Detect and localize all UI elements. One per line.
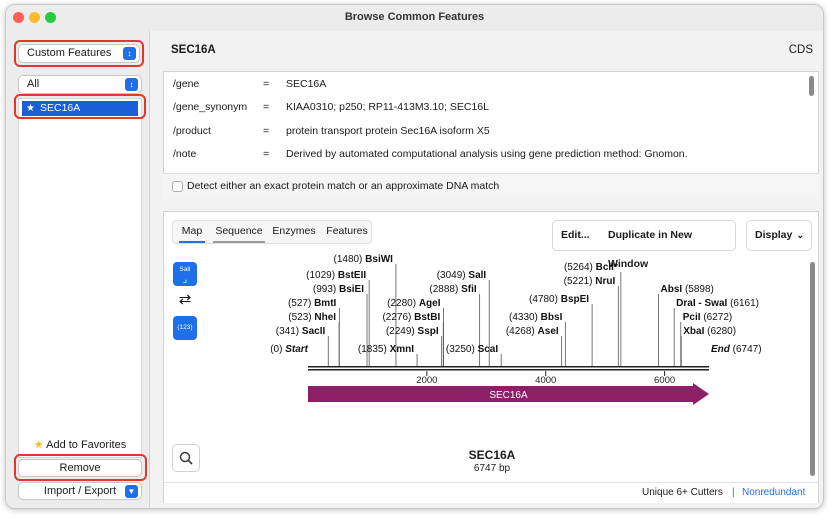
site-label: End (6747) bbox=[711, 344, 762, 355]
qualifier-value: SEC16A bbox=[286, 78, 327, 90]
site-label: (2280) AgeI bbox=[387, 298, 441, 309]
app-window: Browse Common Features Custom Features ↕… bbox=[5, 4, 824, 509]
close-window-button[interactable] bbox=[13, 12, 24, 23]
add-to-favorites-button[interactable]: ★ Add to Favorites bbox=[18, 437, 142, 455]
category-select[interactable]: Custom Features ↕ bbox=[18, 44, 140, 63]
qualifier-key: /product bbox=[173, 125, 211, 137]
chevron-updown-icon: ↕ bbox=[125, 78, 138, 91]
site-label: (2276) BstBI bbox=[382, 312, 440, 323]
qualifier-value: KIAA0310; p250; RP11-413M3.10; SEC16L bbox=[286, 101, 489, 113]
match-checkbox[interactable] bbox=[172, 181, 183, 192]
site-label: DraI - SwaI (6161) bbox=[676, 298, 759, 309]
scale-tick-label: 6000 bbox=[654, 375, 675, 386]
site-label: (1480) BsiWI bbox=[333, 254, 393, 265]
qualifier-key: /gene_synonym bbox=[173, 101, 248, 113]
window-title: Browse Common Features bbox=[344, 11, 485, 23]
cutters-label[interactable]: Unique 6+ Cutters bbox=[642, 487, 723, 498]
feature-arrow-label: SEC16A bbox=[489, 390, 528, 401]
qualifier-equals: = bbox=[263, 101, 270, 113]
feature-list: ★ SEC16A bbox=[18, 98, 142, 458]
match-checkbox-label: Detect either an exact protein match or … bbox=[187, 180, 500, 192]
qualifier-key: /note bbox=[173, 148, 197, 160]
star-icon: ★ bbox=[26, 103, 35, 114]
star-icon: ★ bbox=[33, 439, 44, 451]
site-label: XbaI (6280) bbox=[683, 326, 736, 337]
chevron-down-icon: ▼ bbox=[125, 485, 138, 498]
import-export-label: Import / Export bbox=[43, 485, 117, 497]
chevron-updown-icon: ↕ bbox=[123, 47, 136, 60]
list-item-label: SEC16A bbox=[40, 102, 81, 114]
map-status-bar: Unique 6+ Cutters | Nonredundant bbox=[164, 482, 818, 503]
site-label: (1835) XmnI bbox=[358, 344, 414, 355]
minimize-window-button[interactable] bbox=[29, 12, 40, 23]
qualifier-equals: = bbox=[263, 148, 270, 160]
category-select-value: Custom Features bbox=[27, 47, 112, 59]
feature-type: CDS bbox=[788, 44, 813, 56]
qualifier-value: Derived by automated computational analy… bbox=[286, 148, 688, 160]
site-label: (1029) BstEII bbox=[306, 270, 366, 281]
map-panel: Map Sequence Enzymes Features Edit... Du… bbox=[163, 211, 819, 503]
site-label: (3049) SalI bbox=[437, 270, 487, 281]
main-panel: SEC16A CDS /gene = SEC16A /gene_synonym … bbox=[151, 31, 823, 508]
site-label: (527) BmtI bbox=[288, 298, 337, 309]
site-label: (4268) AseI bbox=[506, 326, 559, 337]
qualifier-equals: = bbox=[263, 125, 270, 137]
sequence-name: SEC16A bbox=[468, 448, 516, 462]
sequence-line-bottom bbox=[308, 369, 709, 371]
site-label: (993) BsiEI bbox=[313, 284, 364, 295]
qualifier-key: /gene bbox=[173, 78, 200, 90]
qualifier-equals: = bbox=[263, 78, 270, 90]
site-label: (523) NheI bbox=[288, 312, 336, 323]
nonredundant-link[interactable]: Nonredundant bbox=[742, 487, 805, 498]
scale-tick-label: 4000 bbox=[535, 375, 556, 386]
scale-tick-label: 2000 bbox=[416, 375, 437, 386]
site-label: (2888) SfiI bbox=[429, 284, 476, 295]
site-label: (3250) ScaI bbox=[446, 344, 498, 355]
map-scrollbar[interactable] bbox=[810, 262, 815, 476]
site-label: (4780) BspEI bbox=[529, 294, 589, 305]
import-export-button[interactable]: Import / Export ▼ bbox=[18, 482, 142, 500]
title-bar: Browse Common Features bbox=[6, 5, 823, 31]
site-label: (4330) BbsI bbox=[509, 312, 563, 323]
filter-select-value: All bbox=[27, 78, 40, 90]
site-label: (5264) BclI* bbox=[564, 262, 618, 273]
filter-select[interactable]: All ↕ bbox=[18, 75, 142, 94]
match-option-row: Detect either an exact protein match or … bbox=[163, 173, 819, 199]
remove-button[interactable]: Remove bbox=[18, 459, 142, 477]
sequence-length: 6747 bp bbox=[473, 463, 511, 474]
remove-button-label: Remove bbox=[59, 462, 101, 474]
add-to-favorites-label: Add to Favorites bbox=[46, 439, 127, 451]
site-label: (0) Start bbox=[270, 344, 308, 355]
site-label: (5221) NruI bbox=[564, 276, 616, 287]
qualifier-scrollbar[interactable] bbox=[809, 76, 814, 96]
site-label: PciI (6272) bbox=[683, 312, 732, 323]
status-separator: | bbox=[732, 487, 735, 498]
list-item[interactable]: ★ SEC16A bbox=[22, 101, 138, 116]
zoom-window-button[interactable] bbox=[45, 12, 56, 23]
sequence-map: 2000 4000 6000 SEC16A (0) Start (341) SacII (5… bbox=[270, 254, 762, 405]
sequence-line-top bbox=[308, 366, 709, 368]
qualifier-value: protein transport protein Sec16A isoform… bbox=[286, 125, 490, 137]
feature-name: SEC16A bbox=[171, 44, 216, 56]
site-label: AbsI (5898) bbox=[661, 284, 714, 295]
site-label: (341) SacII bbox=[276, 326, 326, 337]
site-label: (2249) SspI bbox=[386, 326, 439, 337]
sidebar: Custom Features ↕ All ↕ ★ SEC16A ★ Add t… bbox=[6, 31, 150, 508]
